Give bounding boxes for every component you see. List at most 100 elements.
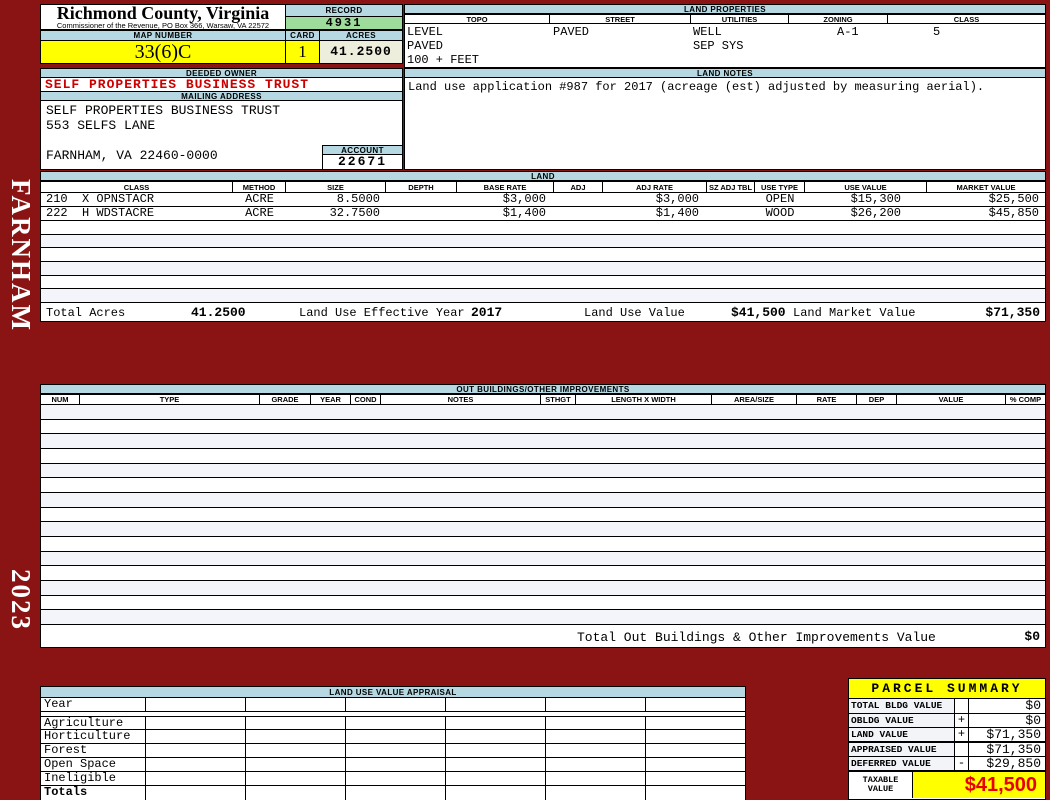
appraisal-cell[interactable] bbox=[446, 717, 546, 729]
land-properties-values[interactable]: LEVEL PAVED 100 + FEET PAVED WELL SEP SY… bbox=[404, 24, 1046, 68]
appraisal-cell[interactable] bbox=[646, 772, 745, 785]
appraisal-cell[interactable] bbox=[146, 744, 246, 757]
land-cell-depth bbox=[386, 193, 457, 206]
appraisal-cell[interactable] bbox=[646, 786, 745, 800]
land-cell-adj-rate: $3,000 bbox=[655, 193, 699, 206]
appraisal-row[interactable]: Open Space bbox=[41, 758, 745, 772]
appraisal-cell[interactable] bbox=[246, 744, 346, 757]
appraisal-cell[interactable] bbox=[546, 744, 646, 757]
appraisal-cell[interactable] bbox=[546, 730, 646, 743]
land-cell-use-value: $26,200 bbox=[850, 207, 901, 220]
account-value[interactable]: 22671 bbox=[322, 154, 403, 170]
appraisal-row-label: Forest bbox=[41, 744, 146, 757]
appraisal-row-totals[interactable]: Totals bbox=[41, 786, 745, 800]
ob-col-cond: COND bbox=[351, 394, 381, 405]
land-empty-rows bbox=[40, 221, 1046, 303]
appraisal-cell[interactable] bbox=[646, 758, 745, 771]
land-table-row[interactable]: 210 X OPNSTACR ACRE 8.5000 $3,000 $3,000… bbox=[40, 193, 1046, 207]
appraisal-cell[interactable] bbox=[346, 786, 446, 800]
appraisal-cell[interactable] bbox=[346, 772, 446, 785]
appraisal-cell[interactable] bbox=[246, 758, 346, 771]
appraisal-cell[interactable] bbox=[146, 717, 246, 729]
appraisal-cell[interactable] bbox=[246, 698, 346, 711]
appraisal-cell[interactable] bbox=[346, 758, 446, 771]
mailing-address-line: SELF PROPERTIES BUSINESS TRUST bbox=[46, 103, 281, 118]
appraisal-row-year[interactable]: Year bbox=[41, 698, 745, 712]
appraisal-cell[interactable] bbox=[646, 717, 745, 729]
utilities-column-header: UTILITIES bbox=[691, 14, 789, 24]
land-notes-text[interactable]: Land use application #987 for 2017 (acre… bbox=[404, 78, 1046, 170]
topo-value-line: LEVEL bbox=[407, 25, 444, 39]
land-table-row[interactable]: 222 H WDSTACRE ACRE 32.7500 $1,400 $1,40… bbox=[40, 207, 1046, 221]
land-cell-sz-adj-tbl bbox=[707, 207, 755, 220]
parcel-summary-row: DEFERRED VALUE - $29,850 bbox=[849, 756, 1045, 770]
land-col-adj: ADJ bbox=[554, 181, 603, 193]
parcel-summary-row: TOTAL BLDG VALUE $0 bbox=[849, 699, 1045, 713]
land-cell-class: 210 X OPNSTACR bbox=[46, 193, 155, 206]
record-value[interactable]: 4931 bbox=[285, 16, 403, 30]
land-notes-header: LAND NOTES bbox=[404, 68, 1046, 78]
appraisal-cell[interactable] bbox=[146, 698, 246, 711]
appraisal-cell[interactable] bbox=[546, 717, 646, 729]
appraisal-cell[interactable] bbox=[146, 730, 246, 743]
appraisal-row[interactable]: Horticulture bbox=[41, 730, 745, 744]
appraisal-row[interactable]: Ineligible bbox=[41, 772, 745, 786]
appraisal-cell[interactable] bbox=[446, 744, 546, 757]
land-cell-method: ACRE bbox=[245, 193, 274, 206]
appraisal-cell[interactable] bbox=[546, 772, 646, 785]
empty-row bbox=[41, 463, 1045, 479]
appraisal-row-label: Totals bbox=[41, 786, 146, 800]
empty-row bbox=[41, 536, 1045, 552]
land-col-base-rate: BASE RATE bbox=[457, 181, 554, 193]
appraisal-cell[interactable] bbox=[546, 698, 646, 711]
appraisal-row[interactable]: Forest bbox=[41, 744, 745, 758]
empty-row bbox=[41, 419, 1045, 435]
appraisal-cell[interactable] bbox=[646, 744, 745, 757]
appraisal-cells bbox=[146, 758, 745, 771]
appraisal-cell[interactable] bbox=[146, 786, 246, 800]
appraisal-cell[interactable] bbox=[446, 730, 546, 743]
appraisal-cell[interactable] bbox=[346, 730, 446, 743]
appraisal-cell[interactable] bbox=[146, 758, 246, 771]
appraisal-cell[interactable] bbox=[146, 772, 246, 785]
street-value: PAVED bbox=[553, 25, 590, 39]
empty-row bbox=[41, 221, 1045, 235]
appraisal-cell[interactable] bbox=[546, 758, 646, 771]
topo-column-header: TOPO bbox=[405, 14, 550, 24]
appraisal-cell[interactable] bbox=[646, 698, 745, 711]
appraisal-cell[interactable] bbox=[346, 744, 446, 757]
parcel-row-op: + bbox=[955, 728, 969, 741]
acres-value[interactable]: 41.2500 bbox=[319, 40, 403, 64]
land-cell-base-rate: $1,400 bbox=[502, 207, 546, 220]
empty-row bbox=[41, 405, 1045, 420]
ob-col-notes: NOTES bbox=[381, 394, 541, 405]
card-value[interactable]: 1 bbox=[285, 40, 320, 64]
parcel-row-op: + bbox=[955, 714, 969, 727]
appraisal-cell[interactable] bbox=[246, 717, 346, 729]
map-number-value[interactable]: 33(6)C bbox=[40, 40, 286, 64]
parcel-row-op bbox=[955, 699, 969, 713]
taxable-value-label: TAXABLE VALUE bbox=[849, 772, 913, 798]
parcel-row-label: OBLDG VALUE bbox=[849, 714, 955, 727]
appraisal-cell[interactable] bbox=[246, 786, 346, 800]
appraisal-cell[interactable] bbox=[346, 717, 446, 729]
appraisal-cell[interactable] bbox=[446, 698, 546, 711]
outbuildings-table: OUT BUILDINGS/OTHER IMPROVEMENTS NUM TYP… bbox=[40, 384, 1046, 648]
appraisal-cell[interactable] bbox=[246, 730, 346, 743]
appraisal-cell[interactable] bbox=[246, 772, 346, 785]
ob-col-rate: RATE bbox=[797, 394, 857, 405]
appraisal-cell[interactable] bbox=[646, 730, 745, 743]
county-title: Richmond County, Virginia bbox=[56, 3, 270, 23]
appraisal-cell[interactable] bbox=[346, 698, 446, 711]
empty-row bbox=[41, 580, 1045, 596]
appraisal-row[interactable]: Agriculture bbox=[41, 716, 745, 730]
appraisal-cell[interactable] bbox=[446, 786, 546, 800]
appraisal-cell[interactable] bbox=[446, 758, 546, 771]
land-use-value-label: Land Use Value bbox=[584, 305, 685, 320]
appraisal-cell[interactable] bbox=[446, 772, 546, 785]
land-cell-market-value: $45,850 bbox=[988, 207, 1039, 220]
outbuildings-total-label: Total Out Buildings & Other Improvements… bbox=[577, 629, 936, 645]
appraisal-table: LAND USE VALUE APPRAISAL Year Agricultur… bbox=[40, 686, 746, 800]
appraisal-cell[interactable] bbox=[546, 786, 646, 800]
appraisal-row-label: Agriculture bbox=[41, 717, 146, 730]
